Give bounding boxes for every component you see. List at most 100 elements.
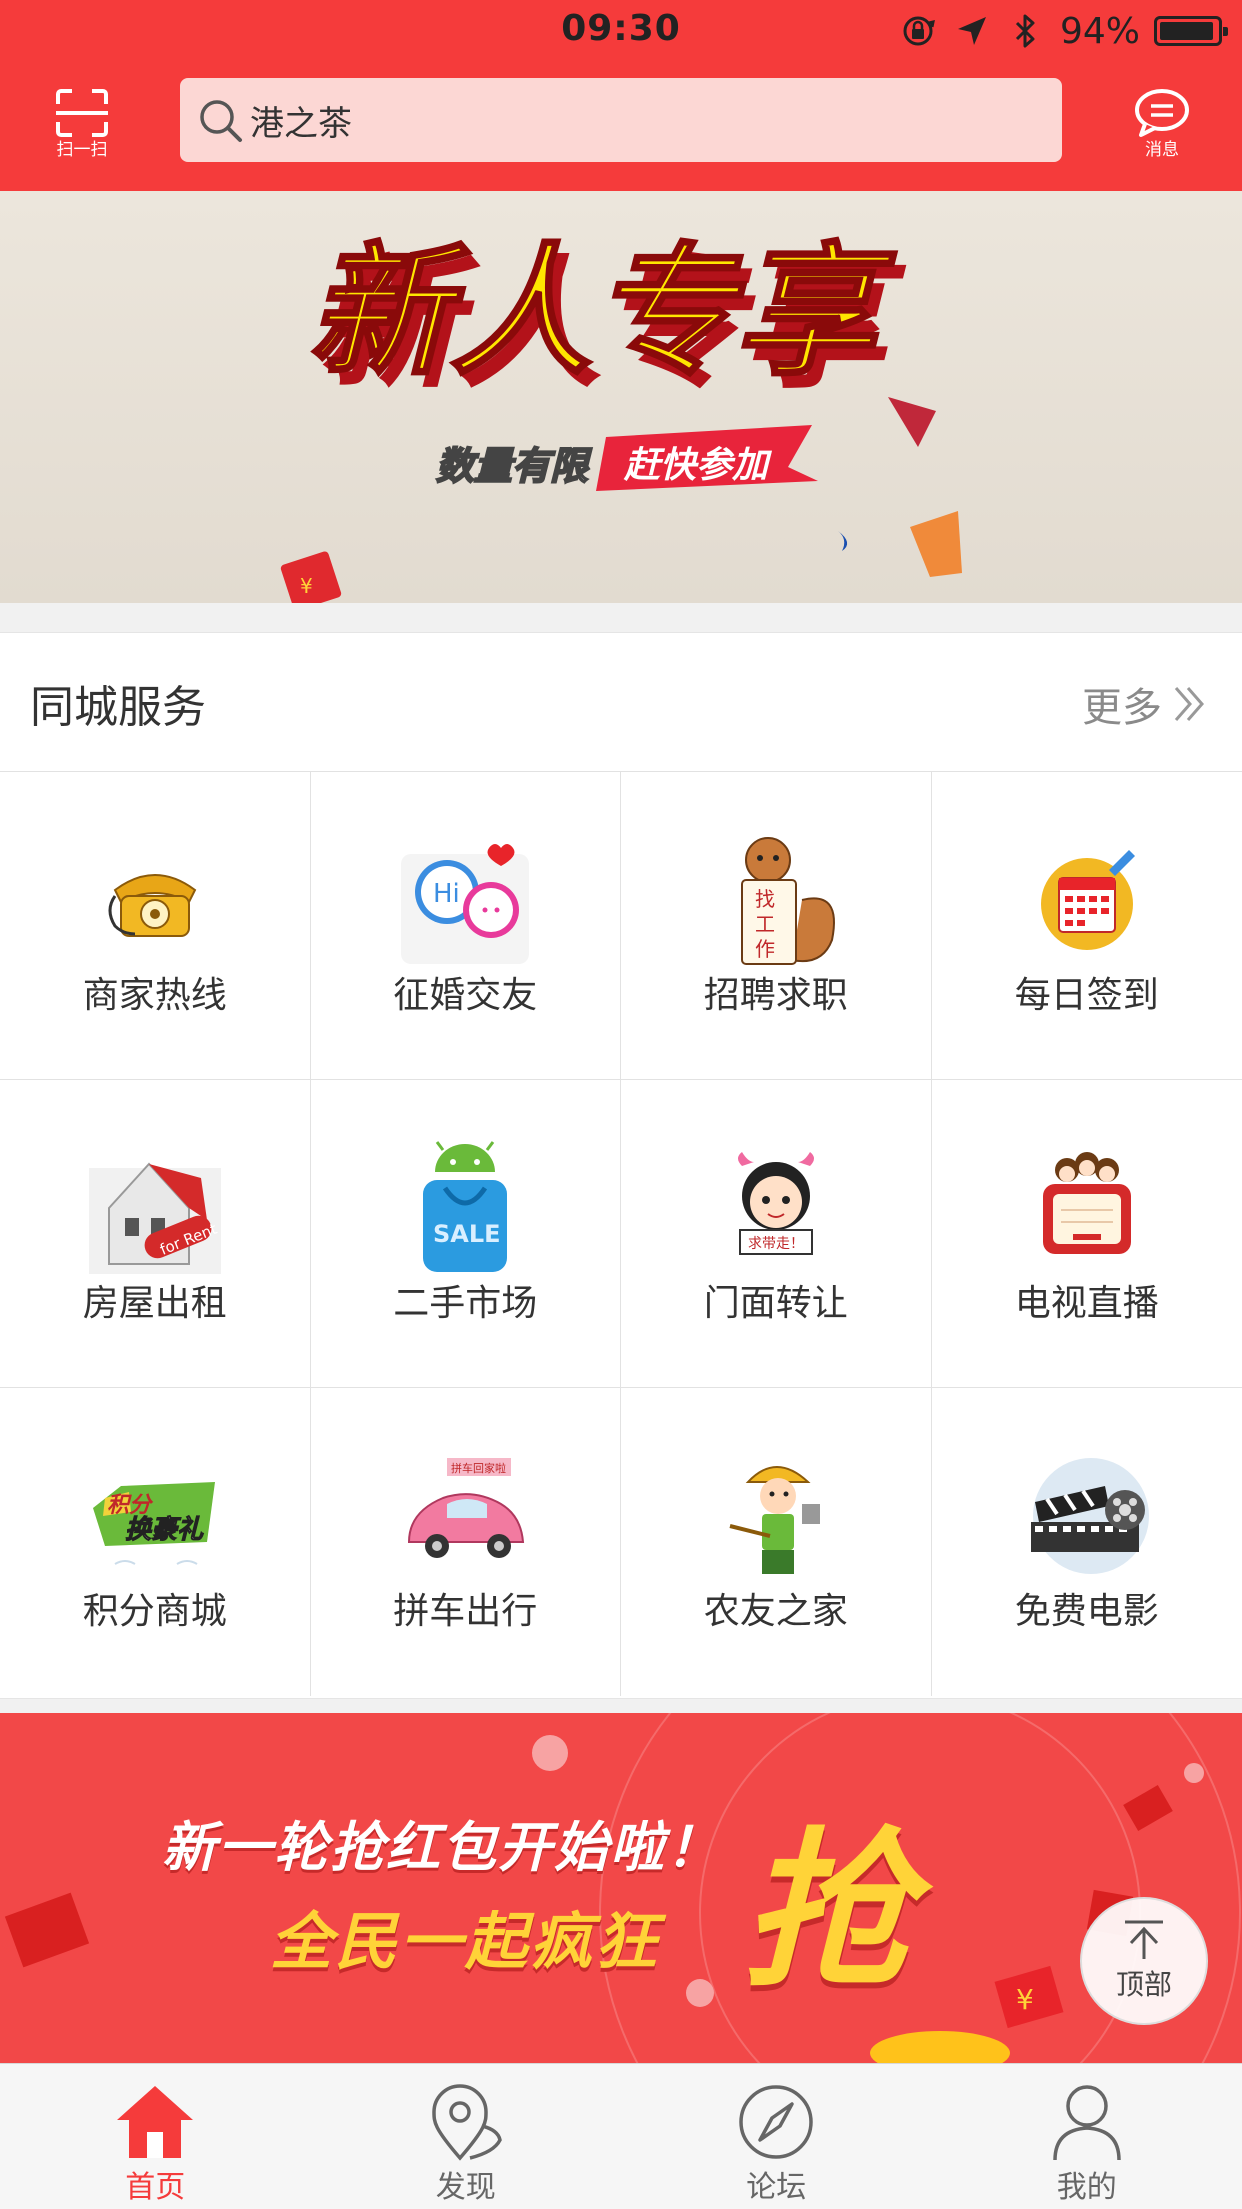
- service-item-dating[interactable]: Hi 征婚交友: [311, 772, 622, 1080]
- service-label: 商家热线: [0, 966, 310, 1018]
- services-title: 同城服务: [30, 671, 206, 735]
- promo-decor: ¥: [0, 1713, 1242, 2063]
- chat-bubbles-icon: Hi: [395, 830, 535, 970]
- tab-label: 发现: [311, 2162, 622, 2206]
- back-to-top-button[interactable]: 顶部: [1080, 1897, 1208, 2025]
- sale-text: SALE: [433, 1220, 501, 1248]
- search-icon: [196, 96, 244, 144]
- bottom-tab-bar: 首页 发现 论坛 我的: [0, 2063, 1242, 2209]
- service-label: 门面转让: [621, 1274, 931, 1326]
- promo-line-2: 全民一起疯狂: [270, 1891, 660, 1981]
- service-label: 免费电影: [932, 1582, 1242, 1634]
- location-arrow-icon: [952, 11, 992, 51]
- arrow-up-icon: [1119, 1919, 1169, 1961]
- double-chevron-right-icon: [1172, 684, 1208, 724]
- service-label: 招聘求职: [621, 966, 931, 1018]
- service-label: 电视直播: [932, 1274, 1242, 1326]
- banner-sub-right: 赶快参加: [623, 445, 773, 486]
- promo-line-1: 新一轮抢红包开始啦！: [162, 1803, 722, 1882]
- service-label: 积分商城: [0, 1582, 310, 1634]
- cartoon-girl-icon: 求带走！: [706, 1138, 846, 1278]
- decor-blue-crescent: [838, 531, 847, 551]
- service-item-live-tv[interactable]: 电视直播: [932, 1080, 1242, 1388]
- svg-text:作: 作: [755, 937, 775, 961]
- service-item-carpool[interactable]: 拼车回家啦 拼车出行: [311, 1388, 622, 1696]
- points-text-2: 换豪礼: [125, 1515, 204, 1545]
- promo-grab-text: 抢: [742, 1773, 912, 2019]
- svg-text:¥: ¥: [300, 574, 313, 598]
- service-label: 拼车出行: [311, 1582, 621, 1634]
- battery-icon: [1154, 16, 1222, 46]
- search-input[interactable]: 港之茶: [180, 78, 1062, 162]
- services-header: 同城服务 更多: [0, 633, 1242, 772]
- back-to-top-label: 顶部: [1082, 1963, 1206, 2003]
- service-item-shop-transfer[interactable]: 求带走！ 门面转让: [621, 1080, 932, 1388]
- scan-icon: [54, 88, 110, 138]
- scan-label: 扫一扫: [40, 140, 124, 160]
- new-user-banner-art: 新人专享 新人专享 数量有限 赶快参加 ¥: [0, 191, 1242, 603]
- compass-icon: [734, 2082, 818, 2162]
- status-indicators: 94%: [898, 9, 1222, 53]
- battery-percentage: 94%: [1060, 11, 1140, 52]
- red-packet-promo-banner[interactable]: ¥ 新一轮抢红包开始啦！ 全民一起疯狂 抢: [0, 1713, 1242, 2063]
- scan-button[interactable]: 扫一扫: [40, 88, 124, 168]
- telephone-icon: [85, 830, 225, 970]
- new-user-banner[interactable]: 新人专享 新人专享 数量有限 赶快参加 ¥: [0, 191, 1242, 603]
- service-label: 房屋出租: [0, 1274, 310, 1326]
- hi-text: Hi: [433, 879, 460, 909]
- farmer-icon: [706, 1446, 846, 1586]
- squirrel-job-icon: 找 工 作: [706, 830, 846, 970]
- more-label: 更多: [1082, 675, 1162, 733]
- bluetooth-icon: [1006, 11, 1046, 51]
- location-pin-icon: [424, 2082, 508, 2162]
- tab-label: 我的: [932, 2162, 1242, 2206]
- service-label: 二手市场: [311, 1274, 621, 1326]
- service-label: 每日签到: [932, 966, 1242, 1018]
- rotation-lock-icon: [898, 11, 938, 51]
- tab-home[interactable]: 首页: [0, 2064, 311, 2209]
- service-label: 农友之家: [621, 1582, 931, 1634]
- local-services-panel: 同城服务 更多 商家热线: [0, 632, 1242, 1699]
- service-item-free-movies[interactable]: 免费电影: [932, 1388, 1242, 1696]
- service-item-hotline[interactable]: 商家热线: [0, 772, 311, 1080]
- service-item-secondhand[interactable]: SALE 二手市场: [311, 1080, 622, 1388]
- job-sign-text: 找: [755, 887, 775, 911]
- carpool-sign-text: 拼车回家啦: [451, 1461, 506, 1475]
- tv-icon: [1017, 1138, 1157, 1278]
- pink-car-icon: 拼车回家啦: [395, 1446, 535, 1586]
- sale-bag-icon: SALE: [395, 1138, 535, 1278]
- service-item-points-mall[interactable]: 积分 换豪礼 积分商城: [0, 1388, 311, 1696]
- svg-text:¥: ¥: [1016, 1983, 1034, 2016]
- status-bar: 09:30 94%: [0, 0, 1242, 62]
- tab-forum[interactable]: 论坛: [621, 2064, 932, 2209]
- film-clapper-icon: [1017, 1446, 1157, 1586]
- person-icon: [1045, 2082, 1129, 2162]
- banner-headline: 新人专享: [308, 230, 897, 395]
- services-more-link[interactable]: 更多: [1082, 675, 1208, 733]
- tab-label: 首页: [0, 2162, 311, 2206]
- banner-sub-left: 数量有限: [436, 444, 592, 488]
- service-item-rent[interactable]: for Rent 房屋出租: [0, 1080, 311, 1388]
- battery-fill: [1160, 22, 1213, 40]
- decor-red-shard: [888, 397, 936, 447]
- message-label: 消息: [1120, 140, 1204, 160]
- search-value: 港之茶: [250, 96, 352, 145]
- message-button[interactable]: 消息: [1120, 88, 1204, 168]
- house-for-rent-icon: for Rent: [85, 1138, 225, 1278]
- service-item-checkin[interactable]: 每日签到: [932, 772, 1242, 1080]
- message-icon: [1133, 88, 1191, 138]
- tab-label: 论坛: [621, 2162, 932, 2206]
- home-icon: [113, 2082, 197, 2162]
- app-header: 09:30 94%: [0, 0, 1242, 191]
- decor-orange-shard: [910, 511, 962, 577]
- service-item-farmers[interactable]: 农友之家: [621, 1388, 932, 1696]
- tab-me[interactable]: 我的: [932, 2064, 1242, 2209]
- calendar-icon: [1017, 830, 1157, 970]
- girl-sign-text: 求带走！: [748, 1236, 804, 1252]
- points-gift-icon: 积分 换豪礼: [85, 1446, 225, 1586]
- svg-text:工: 工: [755, 912, 775, 936]
- service-item-jobs[interactable]: 找 工 作 招聘求职: [621, 772, 932, 1080]
- services-grid: 商家热线 Hi 征婚交友: [0, 772, 1242, 1696]
- tab-discover[interactable]: 发现: [311, 2064, 622, 2209]
- service-label: 征婚交友: [311, 966, 621, 1018]
